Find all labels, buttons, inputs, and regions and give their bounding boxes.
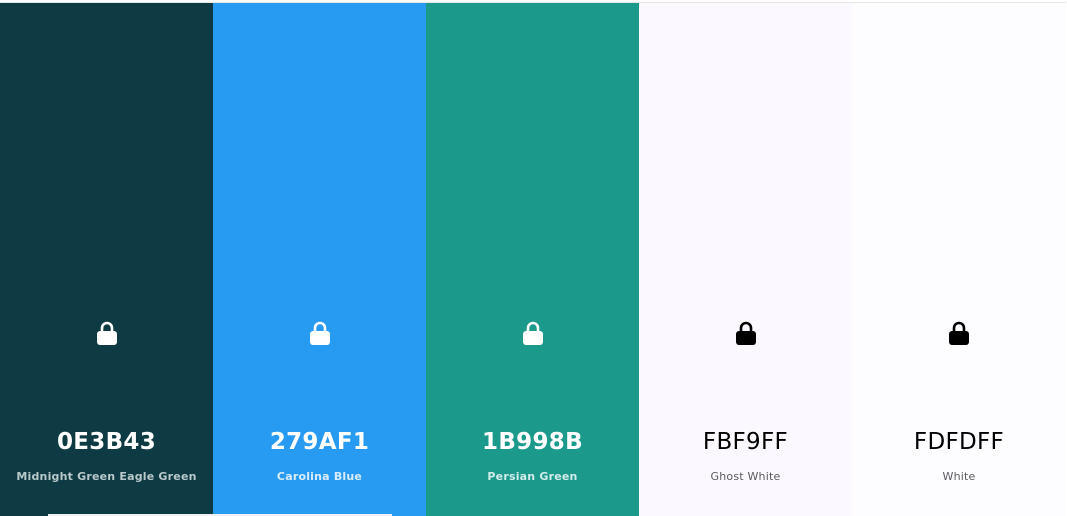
- swatch-white[interactable]: FDFDFF White: [852, 3, 1066, 516]
- color-hex-code[interactable]: 0E3B43: [0, 429, 213, 455]
- swatch-midnight-green-eagle-green[interactable]: 0E3B43 Midnight Green Eagle Green: [0, 3, 213, 516]
- lock-icon[interactable]: [735, 320, 757, 346]
- color-name[interactable]: Persian Green: [426, 470, 639, 483]
- color-hex-code[interactable]: 279AF1: [213, 429, 426, 455]
- color-hex-code[interactable]: 1B998B: [426, 429, 639, 455]
- color-name[interactable]: Ghost White: [639, 470, 852, 483]
- color-hex-code[interactable]: FBF9FF: [639, 429, 852, 455]
- swatch-persian-green[interactable]: 1B998B Persian Green: [426, 3, 639, 516]
- color-name[interactable]: Midnight Green Eagle Green: [0, 470, 213, 483]
- swatch-ghost-white[interactable]: FBF9FF Ghost White: [639, 3, 852, 516]
- lock-icon[interactable]: [522, 320, 544, 346]
- color-name[interactable]: White: [852, 470, 1066, 483]
- color-name[interactable]: Carolina Blue: [213, 470, 426, 483]
- color-hex-code[interactable]: FDFDFF: [852, 429, 1066, 455]
- lock-icon[interactable]: [309, 320, 331, 346]
- swatch-carolina-blue[interactable]: 279AF1 Carolina Blue: [213, 3, 426, 516]
- lock-icon[interactable]: [948, 320, 970, 346]
- lock-icon[interactable]: [96, 320, 118, 346]
- color-palette: 0E3B43 Midnight Green Eagle Green 279AF1…: [0, 2, 1066, 516]
